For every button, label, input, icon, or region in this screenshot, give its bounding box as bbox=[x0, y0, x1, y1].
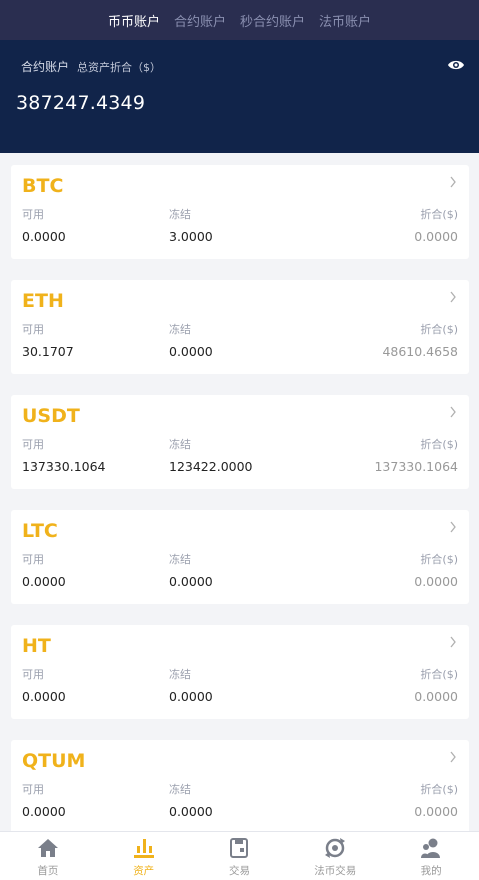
available-label: 可用 bbox=[22, 783, 44, 796]
converted-label: 折合($) bbox=[420, 553, 458, 566]
tab-contract-account[interactable]: 合约账户 bbox=[174, 11, 226, 30]
available-value: 137330.1064 bbox=[22, 459, 106, 474]
frozen-label: 冻结 bbox=[169, 668, 191, 681]
coin-name: LTC bbox=[22, 520, 58, 542]
home-icon bbox=[37, 839, 58, 857]
nav-fiat-trade-label: 法币交易 bbox=[314, 865, 357, 877]
available-value: 0.0000 bbox=[22, 229, 66, 244]
fiat-icon bbox=[325, 838, 346, 858]
converted-label: 折合($) bbox=[420, 783, 458, 796]
nav-home[interactable]: 首页 bbox=[0, 832, 96, 880]
frozen-label: 冻结 bbox=[169, 438, 191, 451]
frozen-value: 123422.0000 bbox=[169, 459, 253, 474]
available-label: 可用 bbox=[22, 553, 44, 566]
account-tabs: 币币账户 合约账户 秒合约账户 法币账户 bbox=[0, 0, 479, 40]
available-label: 可用 bbox=[22, 208, 44, 221]
available-label: 可用 bbox=[22, 323, 44, 336]
nav-trade-label: 交易 bbox=[228, 865, 250, 877]
frozen-value: 0.0000 bbox=[169, 804, 213, 819]
converted-label: 折合($) bbox=[420, 208, 458, 221]
converted-value: 0.0000 bbox=[414, 229, 458, 244]
converted-label: 折合($) bbox=[420, 668, 458, 681]
eye-icon[interactable] bbox=[447, 58, 465, 72]
available-label: 可用 bbox=[22, 438, 44, 451]
chevron-right-icon bbox=[450, 291, 456, 303]
available-value: 30.1707 bbox=[22, 344, 74, 359]
nav-assets[interactable]: 资产 bbox=[96, 832, 192, 880]
tab-fiat-account[interactable]: 法币账户 bbox=[319, 11, 371, 30]
nav-mine[interactable]: 我的 bbox=[383, 832, 479, 880]
chevron-right-icon bbox=[450, 636, 456, 648]
coin-name: HT bbox=[22, 635, 51, 657]
account-label: 合约账户 bbox=[21, 60, 70, 74]
asset-card-ht[interactable]: HT 可用 冻结 折合($) 0.0000 0.0000 0.0000 bbox=[11, 625, 469, 719]
tab-second-contract-account[interactable]: 秒合约账户 bbox=[240, 11, 305, 30]
coin-name: USDT bbox=[22, 405, 80, 427]
nav-mine-label: 我的 bbox=[420, 865, 442, 877]
account-summary: 合约账户 总资产折合（$） 387247.4349 bbox=[0, 40, 479, 153]
converted-label: 折合($) bbox=[420, 438, 458, 451]
frozen-value: 0.0000 bbox=[169, 689, 213, 704]
available-value: 0.0000 bbox=[22, 689, 66, 704]
frozen-label: 冻结 bbox=[169, 208, 191, 221]
frozen-label: 冻结 bbox=[169, 323, 191, 336]
trade-icon bbox=[230, 838, 249, 858]
available-value: 0.0000 bbox=[22, 804, 66, 819]
available-label: 可用 bbox=[22, 668, 44, 681]
converted-value: 0.0000 bbox=[414, 574, 458, 589]
total-assets-value: 387247.4349 bbox=[16, 92, 146, 114]
frozen-value: 0.0000 bbox=[169, 574, 213, 589]
nav-trade[interactable]: 交易 bbox=[192, 832, 288, 880]
frozen-value: 0.0000 bbox=[169, 344, 213, 359]
coin-name: QTUM bbox=[22, 750, 86, 772]
account-title: 合约账户 总资产折合（$） bbox=[21, 58, 161, 75]
asset-card-btc[interactable]: BTC 可用 冻结 折合($) 0.0000 3.0000 0.0000 bbox=[11, 165, 469, 259]
nav-assets-label: 资产 bbox=[133, 865, 155, 877]
converted-value: 0.0000 bbox=[414, 804, 458, 819]
nav-fiat-trade[interactable]: 法币交易 bbox=[287, 832, 383, 880]
frozen-label: 冻结 bbox=[169, 783, 191, 796]
frozen-value: 3.0000 bbox=[169, 229, 213, 244]
total-assets-label: 总资产折合（$） bbox=[77, 61, 162, 74]
converted-value: 48610.4658 bbox=[382, 344, 458, 359]
chevron-right-icon bbox=[450, 176, 456, 188]
tab-spot-account[interactable]: 币币账户 bbox=[108, 11, 160, 30]
chevron-right-icon bbox=[450, 751, 456, 763]
converted-value: 137330.1064 bbox=[374, 459, 458, 474]
coin-name: ETH bbox=[22, 290, 64, 312]
chevron-right-icon bbox=[450, 406, 456, 418]
available-value: 0.0000 bbox=[22, 574, 66, 589]
nav-home-label: 首页 bbox=[37, 865, 59, 877]
asset-card-qtum[interactable]: QTUM 可用 冻结 折合($) 0.0000 0.0000 0.0000 bbox=[11, 740, 469, 834]
frozen-label: 冻结 bbox=[169, 553, 191, 566]
converted-value: 0.0000 bbox=[414, 689, 458, 704]
converted-label: 折合($) bbox=[420, 323, 458, 336]
assets-icon bbox=[133, 839, 154, 858]
asset-card-usdt[interactable]: USDT 可用 冻结 折合($) 137330.1064 123422.0000… bbox=[11, 395, 469, 489]
coin-name: BTC bbox=[22, 175, 64, 197]
chevron-right-icon bbox=[450, 521, 456, 533]
bottom-nav: 首页 资产 交易 法币交易 我的 bbox=[0, 831, 479, 880]
asset-card-eth[interactable]: ETH 可用 冻结 折合($) 30.1707 0.0000 48610.465… bbox=[11, 280, 469, 374]
user-icon bbox=[421, 838, 441, 858]
asset-card-ltc[interactable]: LTC 可用 冻结 折合($) 0.0000 0.0000 0.0000 bbox=[11, 510, 469, 604]
